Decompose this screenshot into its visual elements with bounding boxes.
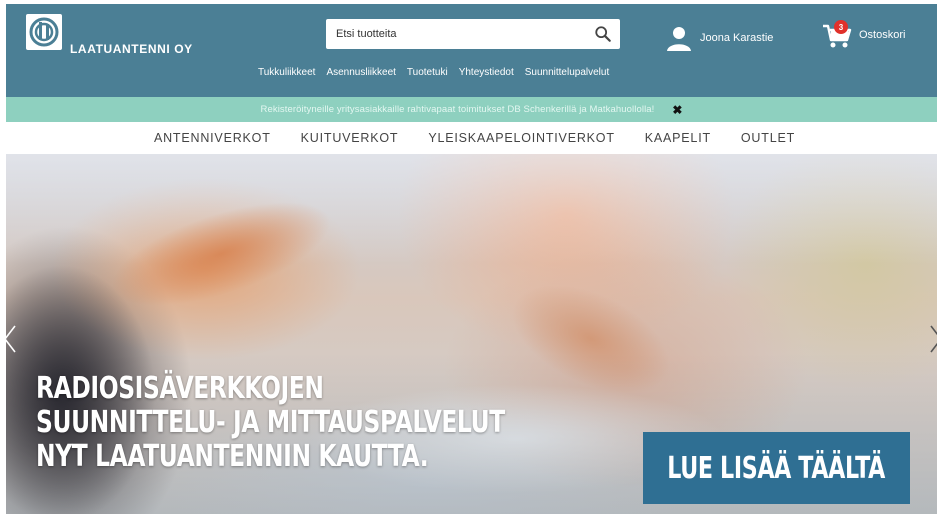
nav-item-antenniverkot[interactable]: ANTENNIVERKOT [154, 131, 271, 145]
top-link-suunnittelupalvelut[interactable]: Suunnittelupalvelut [525, 67, 610, 78]
shipping-notice-bar: Rekisteröityneille yritysasiakkaille rah… [6, 97, 937, 122]
page: LAATUANTENNI OY Joona Karastie [6, 4, 937, 514]
cart-button[interactable]: 3 Ostoskori [821, 20, 905, 50]
chevron-left-icon[interactable] [6, 324, 18, 354]
logo-icon [27, 15, 61, 49]
hero-headline-line: NYT LAATUANTENNIN KAUTTA. [36, 439, 429, 474]
search-icon[interactable] [594, 25, 612, 43]
read-more-button[interactable]: LUE LISÄÄ TÄÄLTÄ [643, 432, 910, 504]
site-header: LAATUANTENNI OY Joona Karastie [6, 4, 937, 97]
nav-item-kaapelit[interactable]: KAAPELIT [645, 131, 711, 145]
close-icon[interactable]: ✖ [672, 103, 682, 117]
nav-item-kuituverkot[interactable]: KUITUVERKOT [301, 131, 399, 145]
read-more-label: LUE LISÄÄ TÄÄLTÄ [667, 450, 886, 486]
top-link-asennusliikkeet[interactable]: Asennusliikkeet [326, 67, 395, 78]
top-link-yhteystiedot[interactable]: Yhteystiedot [459, 67, 514, 78]
user-name: Joona Karastie [700, 32, 774, 44]
main-nav: ANTENNIVERKOT KUITUVERKOT YLEISKAAPELOIN… [6, 122, 937, 154]
top-links: Tukkuliikkeet Asennusliikkeet Tuotetuki … [258, 67, 609, 78]
hero-headline-line: SUUNNITTELU- JA MITTAUSPALVELUT [36, 405, 505, 440]
logo-link[interactable] [26, 14, 62, 50]
top-link-tuotetuki[interactable]: Tuotetuki [407, 67, 448, 78]
top-link-tukkuliikkeet[interactable]: Tukkuliikkeet [258, 67, 315, 78]
hero-headline: RADIOSISÄVERKKOJEN SUUNNITTELU- JA MITTA… [36, 372, 505, 474]
cart-label: Ostoskori [859, 29, 906, 41]
company-name: LAATUANTENNI OY [70, 42, 193, 56]
cart-icon-wrap: 3 [821, 20, 853, 50]
hero-headline-line: RADIOSISÄVERKKOJEN [36, 371, 324, 406]
hero-banner[interactable]: RADIOSISÄVERKKOJEN SUUNNITTELU- JA MITTA… [6, 154, 937, 514]
search-box [326, 19, 620, 49]
nav-item-outlet[interactable]: OUTLET [741, 131, 795, 145]
cart-count-badge: 3 [834, 20, 848, 34]
search-input[interactable] [326, 19, 586, 49]
nav-item-yleiskaapelointiverkot[interactable]: YLEISKAAPELOINTIVERKOT [428, 131, 614, 145]
chevron-right-icon[interactable] [928, 324, 937, 354]
user-icon [667, 27, 691, 51]
main-nav-list: ANTENNIVERKOT KUITUVERKOT YLEISKAAPELOIN… [154, 131, 795, 145]
user-account[interactable]: Joona Karastie [666, 24, 773, 52]
notice-text: Rekisteröityneille yritysasiakkaille rah… [260, 104, 655, 115]
